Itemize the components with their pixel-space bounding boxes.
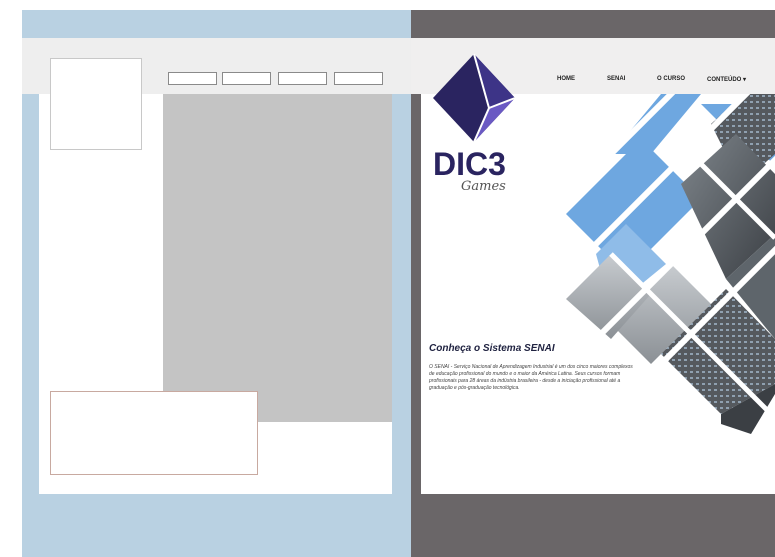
wireframe-text-placeholder <box>50 391 258 475</box>
mockup-panel: DIC3 Games HOME SENAI O CURSO CONTEÚDO ▾ <box>411 10 775 557</box>
wireframe-logo-placeholder <box>50 58 142 150</box>
nav-item-senai[interactable]: SENAI <box>607 76 625 82</box>
main-nav: HOME SENAI O CURSO CONTEÚDO ▾ <box>531 76 775 90</box>
wireframe-hero-placeholder <box>163 94 392 422</box>
logo-name: DIC3 <box>433 146 506 182</box>
wireframe-panel <box>22 10 411 557</box>
wireframe-nav-placeholder[interactable] <box>334 72 383 85</box>
wireframe-nav-placeholder[interactable] <box>168 72 217 85</box>
section-paragraph: O SENAI - Serviço Nacional de Aprendizag… <box>429 364 633 391</box>
dic3-logo-diamond-icon[interactable] <box>429 50 519 146</box>
wireframe-nav-placeholder[interactable] <box>278 72 327 85</box>
wireframe-nav-placeholder[interactable] <box>222 72 271 85</box>
logo-wordmark[interactable]: DIC3 Games <box>433 148 533 194</box>
nav-item-conteudo-dropdown[interactable]: CONTEÚDO ▾ <box>707 76 746 83</box>
section-headline: Conheça o Sistema SENAI <box>429 343 555 354</box>
nav-item-o-curso[interactable]: O CURSO <box>657 76 685 82</box>
logo-tagline: Games <box>461 179 506 194</box>
nav-item-home[interactable]: HOME <box>557 76 575 82</box>
